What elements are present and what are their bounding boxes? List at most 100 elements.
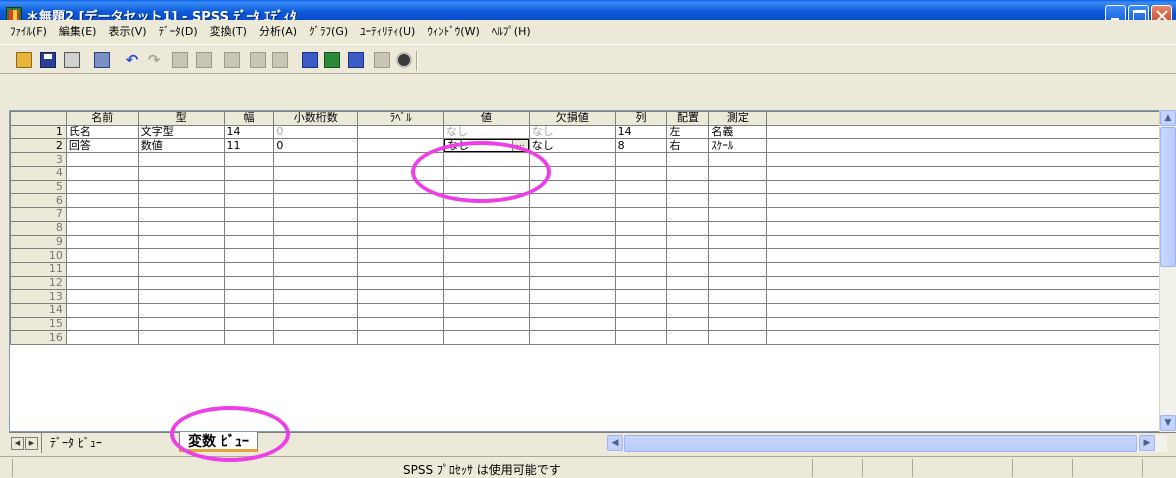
insert-case-icon[interactable] bbox=[250, 52, 266, 68]
cell-width[interactable]: 11 bbox=[223, 138, 275, 154]
header-width[interactable]: 幅 bbox=[223, 111, 275, 126]
cell-name[interactable]: 氏名 bbox=[65, 124, 139, 140]
empty-cell[interactable] bbox=[614, 152, 668, 168]
empty-cell[interactable] bbox=[766, 193, 1164, 209]
empty-cell[interactable] bbox=[614, 179, 668, 195]
open-folder-icon[interactable] bbox=[16, 52, 32, 68]
empty-cell[interactable] bbox=[528, 220, 616, 236]
empty-cell[interactable] bbox=[137, 179, 225, 195]
row-number[interactable]: 10 bbox=[10, 248, 67, 263]
row-number[interactable]: 11 bbox=[10, 261, 67, 277]
row-number[interactable]: 1 bbox=[10, 124, 67, 140]
empty-cell[interactable] bbox=[708, 289, 768, 304]
cell-measure[interactable]: 名義 bbox=[708, 124, 768, 140]
empty-cell[interactable] bbox=[708, 220, 768, 236]
empty-cell[interactable] bbox=[528, 234, 616, 250]
undo-icon[interactable]: ↶ bbox=[124, 52, 140, 68]
header-name[interactable]: 名前 bbox=[65, 111, 139, 126]
empty-cell[interactable] bbox=[357, 193, 445, 209]
empty-cell[interactable] bbox=[666, 179, 710, 195]
menu-transform[interactable]: 変換(T) bbox=[204, 23, 253, 39]
empty-cell[interactable] bbox=[614, 289, 668, 304]
empty-cell[interactable] bbox=[137, 193, 225, 209]
empty-cell[interactable] bbox=[528, 207, 616, 222]
cell-decimals[interactable]: 0 bbox=[273, 124, 359, 140]
empty-cell[interactable] bbox=[614, 248, 668, 263]
empty-cell[interactable] bbox=[223, 248, 275, 263]
empty-cell[interactable] bbox=[65, 302, 139, 318]
cell-values[interactable]: なし bbox=[443, 124, 530, 140]
empty-cell[interactable] bbox=[65, 316, 139, 332]
tab-prev-icon[interactable]: ◀ bbox=[11, 437, 24, 450]
empty-cell[interactable] bbox=[273, 193, 359, 209]
empty-cell[interactable] bbox=[443, 330, 530, 345]
empty-cell[interactable] bbox=[614, 166, 668, 181]
empty-cell[interactable] bbox=[443, 289, 530, 304]
header-columns[interactable]: 列 bbox=[614, 111, 668, 126]
empty-cell[interactable] bbox=[357, 289, 445, 304]
vertical-scrollbar[interactable]: ▲ ▼ bbox=[1159, 110, 1176, 432]
empty-cell[interactable] bbox=[223, 152, 275, 168]
empty-cell[interactable] bbox=[528, 193, 616, 209]
menu-analyze[interactable]: 分析(A) bbox=[253, 23, 303, 39]
empty-cell[interactable] bbox=[708, 179, 768, 195]
empty-cell[interactable] bbox=[223, 289, 275, 304]
value-labels-icon[interactable] bbox=[374, 52, 390, 68]
empty-cell[interactable] bbox=[708, 193, 768, 209]
empty-cell[interactable] bbox=[65, 179, 139, 195]
empty-cell[interactable] bbox=[273, 330, 359, 345]
scroll-down-icon[interactable]: ▼ bbox=[1160, 415, 1176, 431]
empty-cell[interactable] bbox=[666, 302, 710, 318]
cell-align[interactable]: 左 bbox=[666, 124, 710, 140]
empty-cell[interactable] bbox=[65, 330, 139, 345]
empty-cell[interactable] bbox=[273, 289, 359, 304]
empty-cell[interactable] bbox=[65, 220, 139, 236]
empty-cell[interactable] bbox=[708, 207, 768, 222]
empty-cell[interactable] bbox=[443, 220, 530, 236]
row-number[interactable]: 5 bbox=[10, 179, 67, 195]
empty-cell[interactable] bbox=[528, 275, 616, 291]
empty-cell[interactable] bbox=[708, 316, 768, 332]
empty-cell[interactable] bbox=[766, 261, 1164, 277]
tab-data-view[interactable]: ﾃﾞｰﾀ ﾋﾞｭｰ bbox=[41, 433, 110, 453]
empty-cell[interactable] bbox=[137, 220, 225, 236]
empty-cell[interactable] bbox=[528, 261, 616, 277]
empty-cell[interactable] bbox=[666, 207, 710, 222]
cell-measure[interactable]: ｽｹｰﾙ bbox=[708, 138, 768, 154]
header-values[interactable]: 値 bbox=[443, 111, 530, 126]
empty-cell[interactable] bbox=[357, 207, 445, 222]
empty-cell[interactable] bbox=[137, 261, 225, 277]
empty-cell[interactable] bbox=[766, 248, 1164, 263]
header-type[interactable]: 型 bbox=[137, 111, 225, 126]
empty-cell[interactable] bbox=[65, 234, 139, 250]
empty-cell[interactable] bbox=[766, 234, 1164, 250]
menu-help[interactable]: ﾍﾙﾌﾟ(H) bbox=[486, 23, 537, 39]
empty-cell[interactable] bbox=[614, 316, 668, 332]
empty-cell[interactable] bbox=[273, 166, 359, 181]
empty-cell[interactable] bbox=[357, 330, 445, 345]
empty-cell[interactable] bbox=[666, 152, 710, 168]
empty-cell[interactable] bbox=[708, 248, 768, 263]
empty-cell[interactable] bbox=[137, 166, 225, 181]
empty-cell[interactable] bbox=[666, 220, 710, 236]
cell-decimals[interactable]: 0 bbox=[273, 138, 359, 154]
empty-cell[interactable] bbox=[708, 234, 768, 250]
empty-cell[interactable] bbox=[614, 207, 668, 222]
cell-type[interactable]: 文字型 bbox=[137, 124, 225, 140]
row-number[interactable]: 13 bbox=[10, 289, 67, 304]
menu-view[interactable]: 表示(V) bbox=[102, 23, 152, 39]
empty-cell[interactable] bbox=[766, 275, 1164, 291]
empty-cell[interactable] bbox=[708, 330, 768, 345]
row-number[interactable]: 16 bbox=[10, 330, 67, 345]
empty-cell[interactable] bbox=[137, 234, 225, 250]
empty-cell[interactable] bbox=[137, 207, 225, 222]
use-sets-icon[interactable] bbox=[396, 52, 412, 68]
empty-cell[interactable] bbox=[357, 248, 445, 263]
cell-missing[interactable]: なし bbox=[528, 124, 616, 140]
empty-cell[interactable] bbox=[65, 166, 139, 181]
row-number[interactable]: 4 bbox=[10, 166, 67, 181]
header-align[interactable]: 配置 bbox=[666, 111, 710, 126]
empty-cell[interactable] bbox=[766, 179, 1164, 195]
empty-cell[interactable] bbox=[273, 248, 359, 263]
empty-cell[interactable] bbox=[666, 275, 710, 291]
